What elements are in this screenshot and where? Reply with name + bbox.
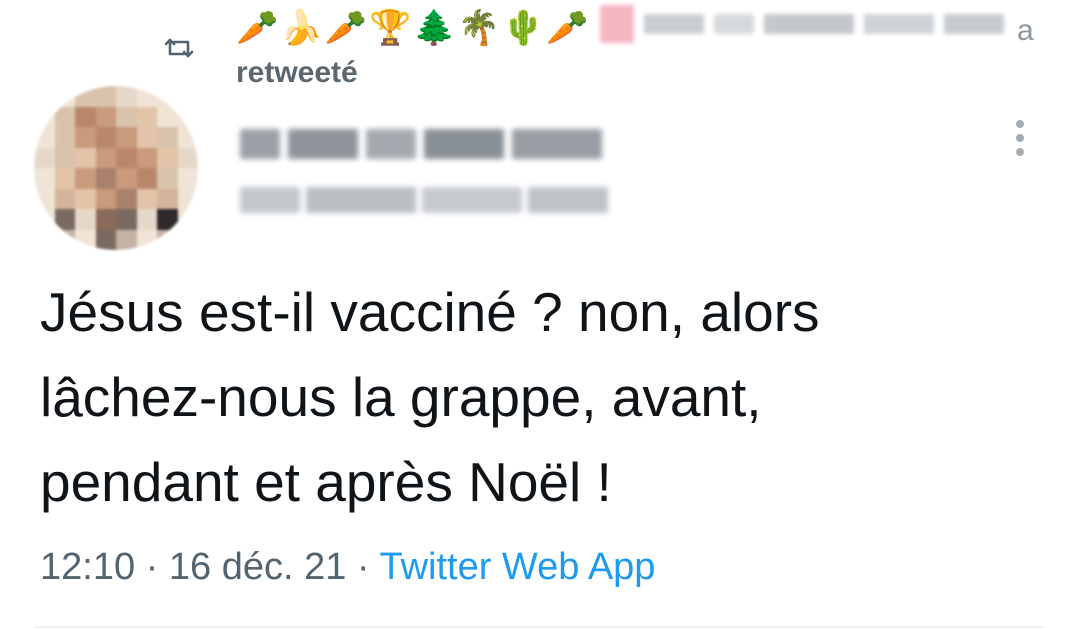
avatar-pixel: [54, 209, 75, 230]
avatar-pixel: [34, 188, 55, 209]
avatar-pixel: [116, 127, 137, 148]
retweeter-name-redacted: [600, 0, 1020, 48]
avatar-pixel: [116, 168, 137, 189]
meta-separator: ·: [135, 546, 169, 588]
avatar-pixel: [136, 168, 157, 189]
avatar-pixel: [177, 188, 198, 209]
avatar-pixel: [157, 86, 178, 107]
avatar-pixel: [157, 229, 178, 250]
avatar-pixel: [136, 86, 157, 107]
avatar-pixel: [75, 229, 96, 250]
avatar-pixel: [177, 147, 198, 168]
avatar-pixel: [136, 147, 157, 168]
avatar-pixel: [157, 168, 178, 189]
avatar-pixel: [116, 106, 137, 127]
avatar-pixel: [157, 209, 178, 230]
tweet-card: 🥕🍌🥕🏆🌲🌴🌵🥕 a retweeté Jésus est-il vacciné…: [0, 0, 1080, 630]
retweeter-name-tail: a: [1017, 14, 1034, 47]
tweet-time[interactable]: 12:10: [40, 546, 135, 588]
avatar-pixel: [95, 229, 116, 250]
avatar-pixel: [95, 168, 116, 189]
avatar-pixel: [116, 229, 137, 250]
avatar-pixel: [95, 209, 116, 230]
avatar-pixel: [136, 106, 157, 127]
avatar-pixel: [75, 147, 96, 168]
avatar-pixel: [34, 209, 55, 230]
avatar-pixel: [95, 147, 116, 168]
avatar-pixel: [136, 209, 157, 230]
author-handle-redacted[interactable]: [240, 178, 620, 222]
tweet-meta: 12:10 · 16 déc. 21 · Twitter Web App: [40, 542, 655, 592]
retweeted-label: retweeté: [236, 56, 358, 89]
avatar-pixel: [157, 127, 178, 148]
avatar-pixel: [75, 86, 96, 107]
avatar-pixel: [54, 188, 75, 209]
avatar-pixel: [177, 127, 198, 148]
avatar-pixel: [75, 188, 96, 209]
avatar-pixel: [75, 168, 96, 189]
avatar-pixel: [95, 86, 116, 107]
avatar-pixel: [54, 168, 75, 189]
avatar-pixel: [34, 127, 55, 148]
avatar-pixel: [116, 188, 137, 209]
avatar-pixel: [136, 127, 157, 148]
avatar-pixel: [177, 229, 198, 250]
avatar-pixel: [34, 106, 55, 127]
avatar-pixel: [177, 86, 198, 107]
avatar-pixel: [136, 188, 157, 209]
avatar-pixel: [75, 106, 96, 127]
avatar-pixel: [157, 188, 178, 209]
tweet-source[interactable]: Twitter Web App: [379, 546, 655, 588]
avatar-pixel: [136, 229, 157, 250]
avatar-pixel: [177, 106, 198, 127]
retweeter-display-name[interactable]: 🥕🍌🥕🏆🌲🌴🌵🥕: [236, 6, 591, 50]
avatar-pixel: [95, 106, 116, 127]
avatar-pixel: [116, 147, 137, 168]
avatar-pixel: [95, 188, 116, 209]
avatar-pixel: [75, 127, 96, 148]
divider: [34, 626, 1044, 628]
avatar-pixel: [157, 147, 178, 168]
avatar-pixel: [177, 168, 198, 189]
tweet-date[interactable]: 16 déc. 21: [169, 546, 346, 588]
avatar-pixel: [54, 106, 75, 127]
avatar-pixel: [34, 229, 55, 250]
meta-separator: ·: [346, 546, 380, 588]
avatar-pixel: [177, 209, 198, 230]
avatar[interactable]: [34, 86, 198, 250]
avatar-pixel: [54, 127, 75, 148]
avatar-pixel: [34, 147, 55, 168]
avatar-pixel: [157, 106, 178, 127]
avatar-pixel: [116, 209, 137, 230]
avatar-pixel: [116, 86, 137, 107]
avatar-pixel: [54, 86, 75, 107]
avatar-pixel: [34, 168, 55, 189]
avatar-pixel: [54, 229, 75, 250]
more-vertical-icon[interactable]: [1010, 116, 1030, 160]
avatar-pixel: [95, 127, 116, 148]
retweet-icon: [164, 38, 194, 58]
avatar-pixel: [34, 86, 55, 107]
avatar-pixel: [75, 209, 96, 230]
tweet-text: Jésus est-il vacciné ? non, alors lâchez…: [40, 281, 820, 513]
author-name-redacted[interactable]: [240, 122, 620, 166]
avatar-pixel: [54, 147, 75, 168]
